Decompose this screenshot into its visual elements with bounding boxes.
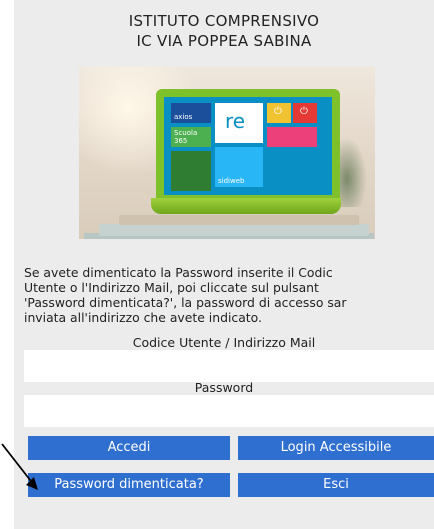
user-field-label: Codice Utente / Indirizzo Mail: [132, 335, 316, 350]
login-accessibile-button[interactable]: Login Accessibile: [238, 436, 434, 460]
school-type-heading: ISTITUTO COMPRENSIVO: [128, 12, 320, 30]
password-input[interactable]: [24, 395, 434, 427]
re-tile: re: [215, 103, 263, 143]
yellow-tile: ⏻: [267, 103, 291, 123]
password-field-label: Password: [194, 380, 254, 395]
power-icon: ⏻: [274, 106, 282, 117]
laptop-base: [151, 198, 341, 214]
instructions-text: Se avete dimenticato la Password inserit…: [24, 265, 347, 325]
login-panel: ISTITUTO COMPRENSIVO IC VIA POPPEA SABIN…: [14, 0, 434, 529]
school-name-heading: IC VIA POPPEA SABINA: [136, 32, 312, 50]
red-tile: ⏻: [293, 103, 317, 123]
green-tile: [171, 151, 211, 191]
pink-tile: [267, 127, 317, 147]
pointer-arrow-icon: [1, 443, 38, 490]
user-input[interactable]: [24, 350, 434, 382]
axios-tile: axios: [171, 103, 211, 123]
scuola-tile: Scuola 365: [171, 127, 211, 147]
esci-button[interactable]: Esci: [238, 473, 434, 497]
sidiweb-tile: sidiweb: [215, 147, 263, 187]
power-icon: ⏻: [300, 106, 308, 117]
hero-image: axios re ⏻ ⏻ Scuola 365 sidiweb: [79, 67, 375, 239]
